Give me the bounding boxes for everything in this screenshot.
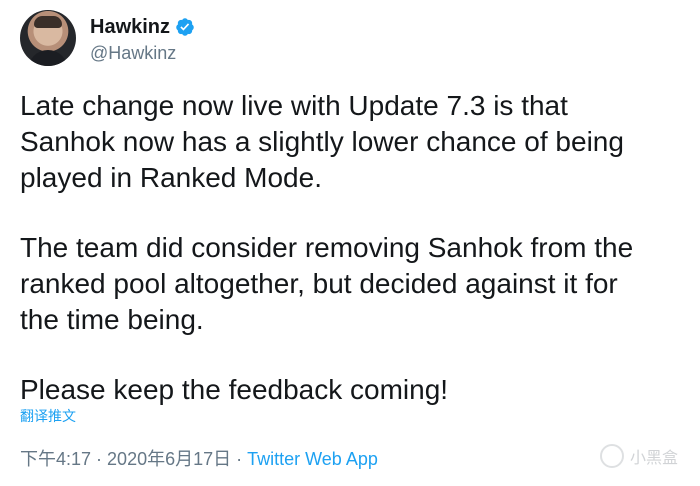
tweet-time[interactable]: 下午4:17 (20, 447, 91, 471)
tweet-date[interactable]: 2020年6月17日 (107, 447, 231, 471)
display-name[interactable]: Hawkinz (90, 15, 170, 39)
avatar-shirt (28, 50, 68, 66)
tweet-meta: 下午4:17 · 2020年6月17日 · Twitter Web App (20, 447, 378, 471)
watermark-text: 小黑盒 (629, 450, 678, 467)
author-block: Hawkinz @Hawkinz (90, 15, 195, 65)
tweet-card: Hawkinz @Hawkinz Late change now live wi… (0, 0, 700, 486)
watermark-logo-icon (599, 444, 624, 468)
name-row: Hawkinz (90, 15, 195, 39)
user-handle[interactable]: @Hawkinz (90, 41, 195, 65)
tweet-source-link[interactable]: Twitter Web App (247, 447, 378, 471)
tweet-paragraph: Please keep the feedback coming! (20, 374, 449, 405)
verified-badge-icon (175, 17, 195, 37)
avatar[interactable] (20, 10, 76, 66)
translate-tweet-link[interactable]: 翻译推文 (20, 407, 76, 425)
watermark: 小黑盒 (599, 444, 678, 468)
tweet-paragraph: Late change now live with Update 7.3 is … (20, 90, 624, 193)
meta-separator: · (96, 449, 103, 469)
tweet-body: Late change now live with Update 7.3 is … (20, 88, 680, 408)
tweet-paragraph: The team did consider removing Sanhok fr… (20, 232, 634, 335)
avatar-hair (34, 16, 62, 28)
meta-separator: · (236, 449, 243, 469)
